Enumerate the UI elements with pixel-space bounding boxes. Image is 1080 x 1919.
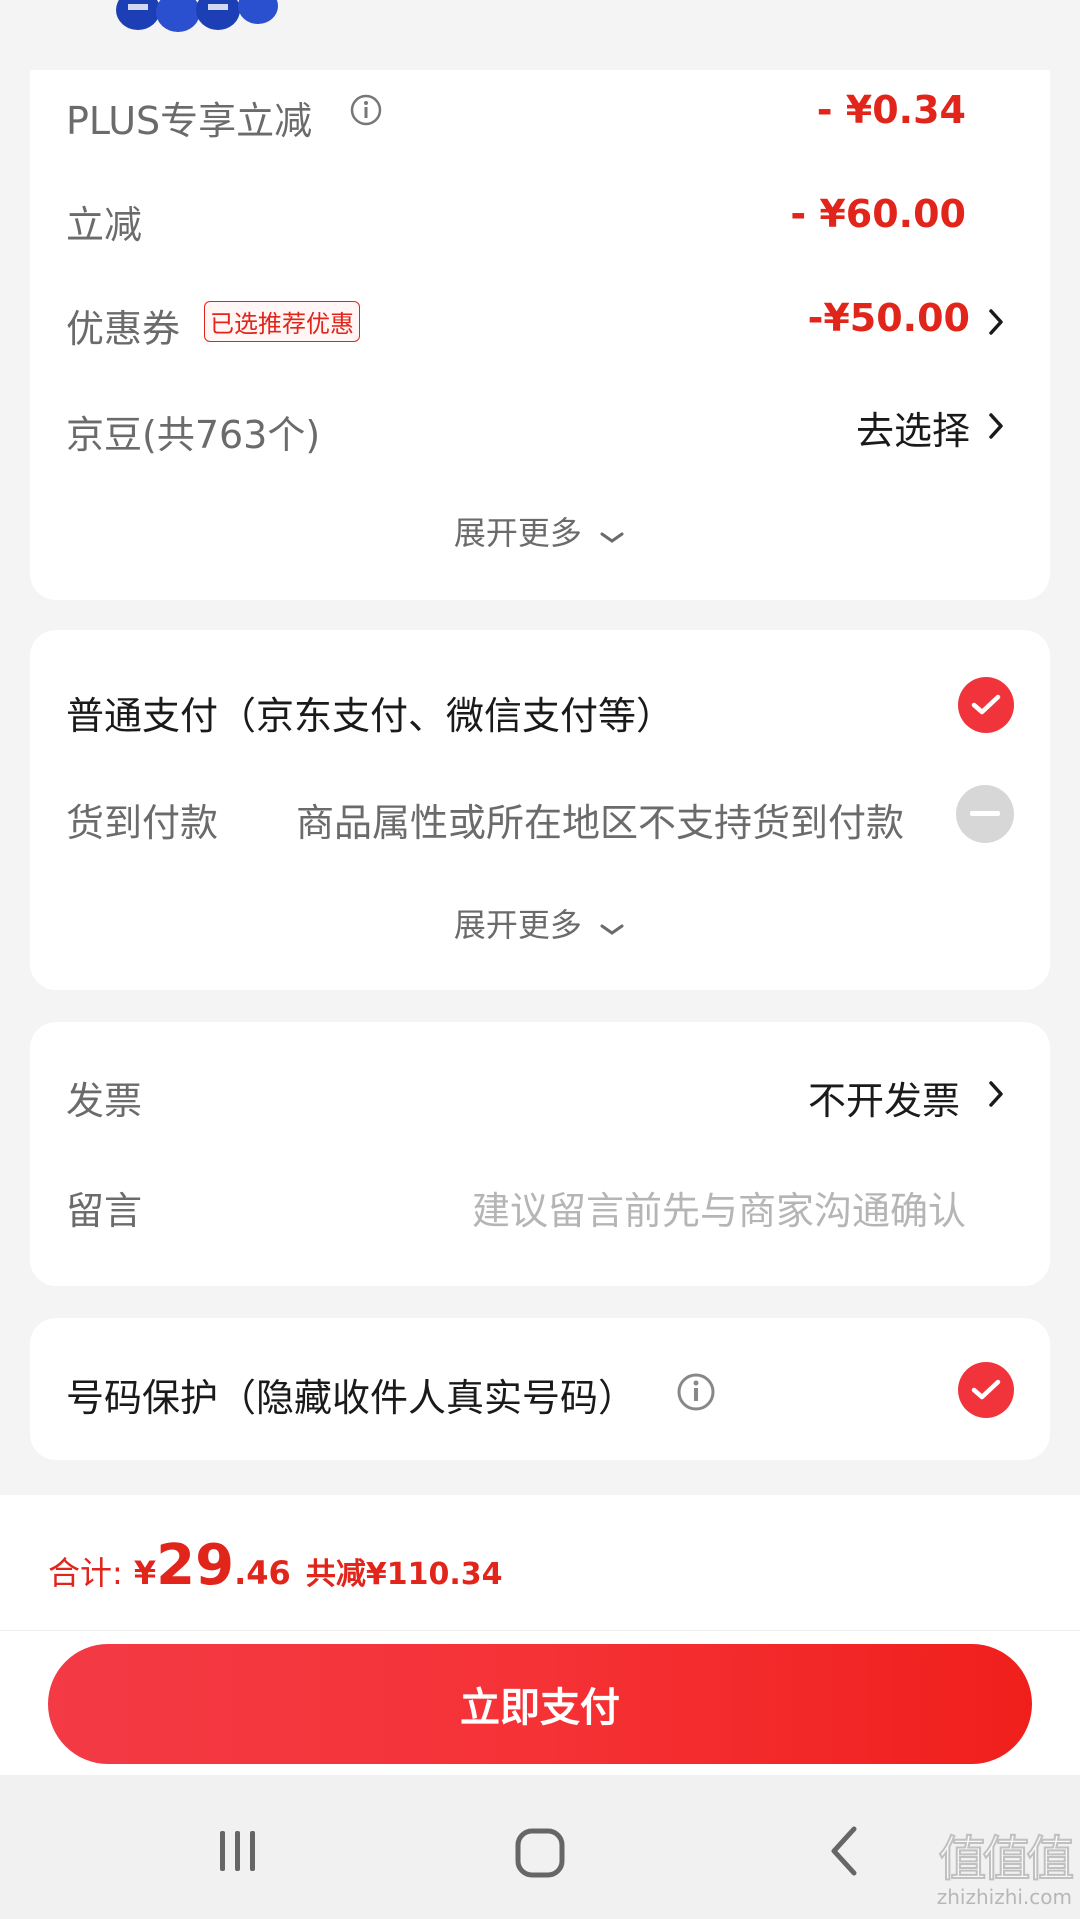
plus-discount-amount: - ¥0.34 — [816, 88, 966, 132]
payment-method-card: 普通支付（京东支付、微信支付等） 货到付款 商品属性或所在地区不支持货到付款 展… — [30, 630, 1050, 990]
chevron-down-icon — [598, 516, 626, 554]
total-summary: 合计: ¥29.46 共减¥110.34 — [48, 1533, 503, 1598]
plus-discount-label: PLUS专享立减 — [66, 99, 313, 143]
watermark-url: zhizhizhi.com — [936, 1885, 1072, 1909]
invoice-value: 不开发票 — [807, 1079, 960, 1123]
total-label: 合计: — [48, 1554, 123, 1592]
product-image-fragment — [108, 0, 288, 32]
coupon-amount: -¥50.00 — [807, 296, 970, 340]
chevron-right-icon[interactable] — [980, 410, 1012, 442]
info-icon[interactable] — [350, 94, 382, 126]
discount-card: PLUS专享立减 - ¥0.34 立减 - ¥60.00 优惠券 已选推荐优惠 … — [30, 70, 1050, 600]
total-currency: ¥ — [133, 1554, 157, 1592]
message-input[interactable]: 建议留言前先与商家沟通确认 — [472, 1180, 966, 1235]
expand-more-discounts[interactable]: 展开更多 — [30, 508, 1050, 554]
cod-label: 货到付款 — [66, 801, 219, 845]
expand-more-payment[interactable]: 展开更多 — [30, 900, 1050, 946]
number-protection-label: 号码保护（隐藏收件人真实号码） — [66, 1376, 637, 1420]
minus-icon — [956, 785, 1014, 843]
invoice-label: 发票 — [66, 1079, 143, 1123]
back-icon[interactable] — [826, 1825, 862, 1881]
beans-select-action[interactable]: 去选择 — [856, 400, 970, 455]
cod-unavailable-note: 商品属性或所在地区不支持货到付款 — [296, 801, 905, 845]
recents-icon[interactable] — [214, 1827, 262, 1879]
pay-now-button[interactable]: 立即支付 — [48, 1644, 1032, 1764]
beans-label: 京豆(共763个) — [66, 413, 321, 457]
chevron-right-icon[interactable] — [980, 306, 1012, 338]
total-integer: 29 — [156, 1533, 235, 1598]
chevron-down-icon — [598, 908, 626, 946]
watermark-logo: 值值值 — [937, 1831, 1075, 1887]
message-label: 留言 — [66, 1189, 143, 1233]
coupon-recommended-tag: 已选推荐优惠 — [204, 301, 360, 342]
check-icon[interactable] — [958, 677, 1014, 733]
invoice-message-card: 发票 不开发票 留言 建议留言前先与商家沟通确认 — [30, 1022, 1050, 1286]
direct-discount-amount: - ¥60.00 — [790, 192, 966, 236]
info-icon[interactable] — [676, 1372, 716, 1412]
number-protection-card: 号码保护（隐藏收件人真实号码） — [30, 1318, 1050, 1460]
check-icon[interactable] — [958, 1362, 1014, 1418]
divider — [0, 1630, 1080, 1631]
total-saved: 共减¥110.34 — [305, 1557, 503, 1592]
coupon-label: 优惠券 — [66, 307, 181, 351]
watermark: 值值值 zhizhizhi.com — [936, 1831, 1076, 1909]
total-decimal: .46 — [234, 1554, 291, 1592]
system-nav-bar: 值值值 zhizhizhi.com — [0, 1775, 1080, 1919]
expand-more-label: 展开更多 — [453, 514, 582, 552]
expand-more-label: 展开更多 — [453, 906, 582, 944]
home-icon[interactable] — [514, 1827, 566, 1883]
chevron-right-icon[interactable] — [980, 1078, 1012, 1110]
direct-discount-label: 立减 — [66, 203, 143, 247]
normal-payment-label: 普通支付（京东支付、微信支付等） — [66, 694, 675, 738]
